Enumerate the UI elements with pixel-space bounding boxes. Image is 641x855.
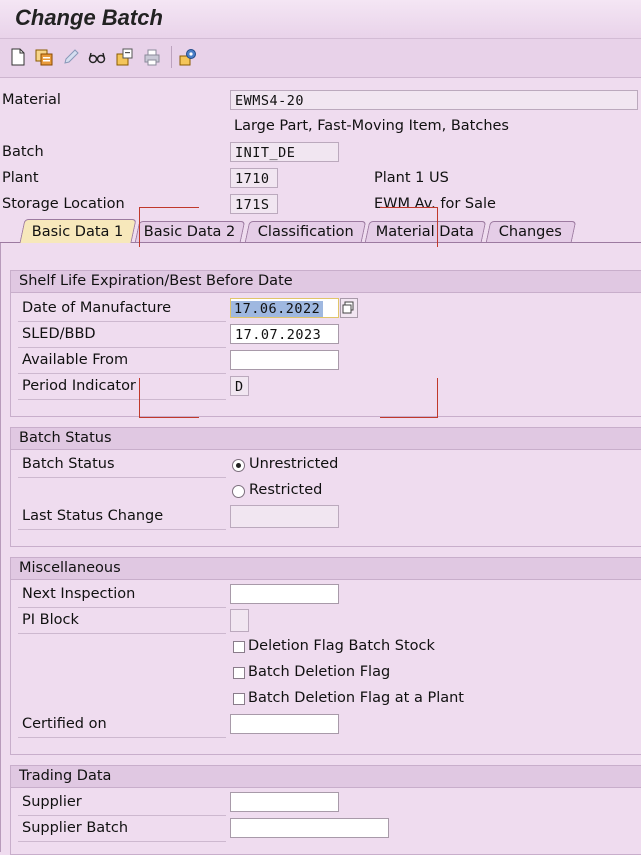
material-label: Material <box>2 92 61 108</box>
batch-deletion-flag-checkbox[interactable] <box>233 667 245 679</box>
page-title: Change Batch <box>15 5 163 30</box>
restricted-radio[interactable] <box>232 485 245 498</box>
batch-status-label: Batch Status <box>22 456 115 472</box>
calendar-help-button[interactable] <box>340 298 358 318</box>
supplier-label: Supplier <box>22 794 82 810</box>
batch-deletion-flag-plant-label[interactable]: Batch Deletion Flag at a Plant <box>248 690 464 706</box>
annotation-line <box>139 207 140 247</box>
annotation-line <box>437 378 438 418</box>
row-separator <box>18 633 226 634</box>
deletion-flag-batch-stock-label[interactable]: Deletion Flag Batch Stock <box>248 638 435 654</box>
sled-bbd-label: SLED/BBD <box>22 326 96 342</box>
batch-field: INIT_DE <box>230 142 339 162</box>
plant-label: Plant <box>2 170 39 186</box>
date-of-manufacture-label: Date of Manufacture <box>22 300 172 316</box>
row-separator <box>18 321 226 322</box>
configure-icon[interactable] <box>179 48 197 66</box>
supplier-field[interactable] <box>230 792 339 812</box>
next-inspection-label: Next Inspection <box>22 586 136 602</box>
last-status-change-label: Last Status Change <box>22 508 164 524</box>
date-of-manufacture-field[interactable]: 17.06.2022 <box>230 298 339 318</box>
row-separator <box>18 399 226 400</box>
certified-on-field[interactable] <box>230 714 339 734</box>
plant-description: Plant 1 US <box>374 170 449 186</box>
available-from-label: Available From <box>22 352 129 368</box>
trading-data-group-title: Trading Data <box>10 765 641 788</box>
storage-location-field: 171S <box>230 194 278 214</box>
tab-classification[interactable]: Classification <box>244 221 367 242</box>
batch-label: Batch <box>2 144 44 160</box>
supplier-batch-label: Supplier Batch <box>22 820 129 836</box>
calendar-icon <box>342 301 354 314</box>
edit-pencil-icon[interactable] <box>62 48 80 66</box>
period-indicator-field: D <box>230 376 249 396</box>
storage-location-label: Storage Location <box>2 196 125 212</box>
row-separator <box>18 347 226 348</box>
batch-deletion-flag-label[interactable]: Batch Deletion Flag <box>248 664 390 680</box>
display-other-icon[interactable] <box>35 48 53 66</box>
tab-changes[interactable]: Changes <box>485 221 577 242</box>
date-of-manufacture-value: 17.06.2022 <box>231 301 324 317</box>
batch-deletion-flag-plant-checkbox[interactable] <box>233 693 245 705</box>
row-separator <box>18 373 226 374</box>
shelf-life-group-title: Shelf Life Expiration/Best Before Date <box>10 270 641 293</box>
storage-location-description: EWM Av. for Sale <box>374 196 496 212</box>
next-inspection-field[interactable] <box>230 584 339 604</box>
sled-bbd-field[interactable]: 17.07.2023 <box>230 324 339 344</box>
restricted-label[interactable]: Restricted <box>249 482 322 498</box>
pi-block-field <box>230 609 249 632</box>
print-icon[interactable] <box>143 48 161 66</box>
annotation-line <box>139 417 199 418</box>
pi-block-label: PI Block <box>22 612 79 628</box>
available-from-field[interactable] <box>230 350 339 370</box>
new-document-icon[interactable] <box>9 48 27 66</box>
supplier-batch-field[interactable] <box>230 818 389 838</box>
tab-basic-data-2[interactable]: Basic Data 2 <box>134 221 246 242</box>
material-field: EWMS4-20 <box>230 90 638 110</box>
where-used-icon[interactable] <box>116 48 134 66</box>
unrestricted-radio[interactable] <box>232 459 245 472</box>
annotation-line <box>139 378 140 418</box>
miscellaneous-group-title: Miscellaneous <box>10 557 641 580</box>
tab-basic-data-1[interactable]: Basic Data 1 <box>19 219 137 243</box>
row-separator <box>18 477 226 478</box>
annotation-line <box>380 417 438 418</box>
row-separator <box>18 737 226 738</box>
annotation-line <box>139 207 199 208</box>
toolbar-separator <box>171 46 172 68</box>
row-separator <box>18 607 226 608</box>
certified-on-label: Certified on <box>22 716 107 732</box>
annotation-line <box>380 207 438 208</box>
annotation-line <box>437 207 438 247</box>
tab-material-data[interactable]: Material Data <box>364 221 487 242</box>
plant-field: 1710 <box>230 168 278 188</box>
row-separator <box>18 529 226 530</box>
unrestricted-label[interactable]: Unrestricted <box>249 456 338 472</box>
row-separator <box>18 841 226 842</box>
period-indicator-label: Period Indicator <box>22 378 136 394</box>
deletion-flag-batch-stock-checkbox[interactable] <box>233 641 245 653</box>
material-description: Large Part, Fast-Moving Item, Batches <box>234 118 509 134</box>
row-separator <box>18 815 226 816</box>
last-status-change-field <box>230 505 339 528</box>
glasses-icon[interactable] <box>88 48 106 66</box>
batch-status-group-title: Batch Status <box>10 427 641 450</box>
